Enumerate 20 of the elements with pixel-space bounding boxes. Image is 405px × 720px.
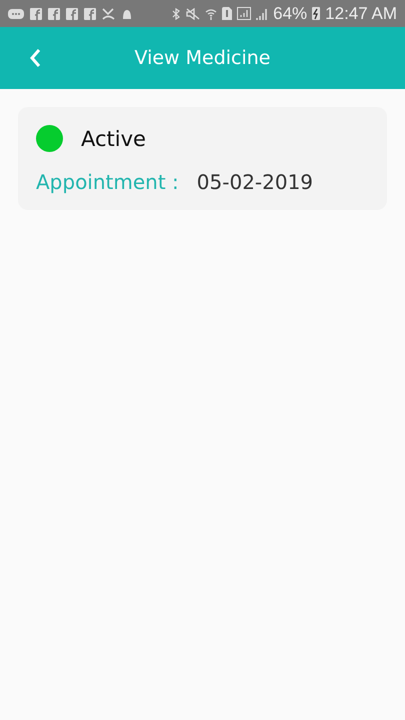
notification-icon — [30, 8, 42, 20]
appointment-date: 05-02-2019 — [196, 170, 314, 194]
missed-call-icon — [102, 8, 115, 20]
status-label: Active — [81, 126, 146, 150]
wifi-icon — [205, 8, 218, 20]
signal-icon — [256, 8, 268, 20]
mute-icon — [186, 8, 200, 20]
appointment-label: Appointment : — [36, 170, 179, 194]
screen-title: View Medicine — [134, 47, 270, 69]
clock: 12:47 AM — [325, 4, 397, 24]
back-icon — [29, 48, 41, 68]
battery-charging-icon — [312, 7, 320, 20]
notification-icon — [84, 8, 96, 20]
bluetooth-icon — [172, 8, 182, 20]
sim-card-icon — [222, 7, 232, 20]
message-icon — [8, 8, 24, 20]
notification-icon — [48, 8, 60, 20]
signal-icon — [237, 7, 252, 20]
battery-percentage: 64% — [273, 4, 308, 24]
notification-icon — [66, 8, 78, 20]
